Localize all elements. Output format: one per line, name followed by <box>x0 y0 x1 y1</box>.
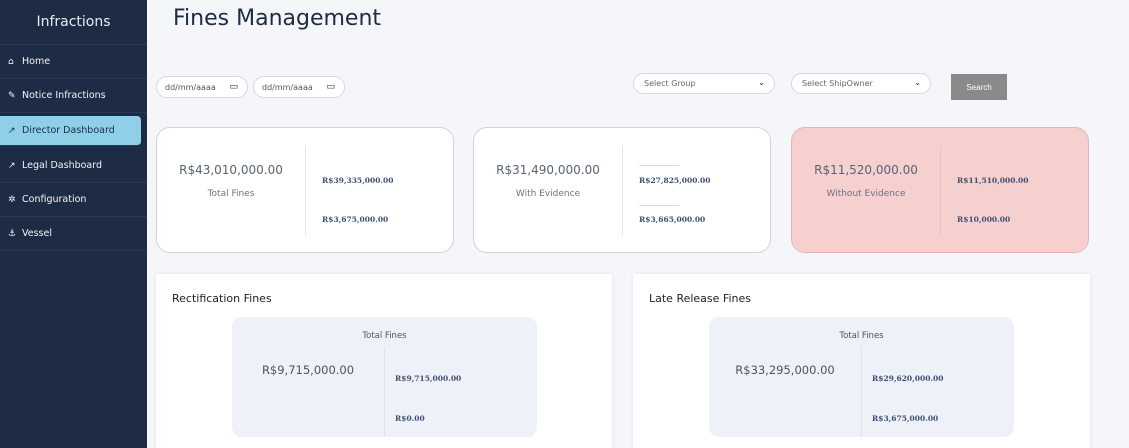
total-fines-label: Total Fines <box>362 331 407 341</box>
brand-title: Infractions <box>0 0 147 45</box>
card-value: R$11,520,000.00 <box>814 163 918 177</box>
calendar-icon[interactable]: ▭ <box>326 82 335 92</box>
card-label: With Evidence <box>515 189 581 199</box>
chevron-down-icon: ⌄ <box>914 78 921 87</box>
with-evidence-card: R$31,490,000.00 With Evidence R$27,825,0… <box>473 127 771 253</box>
card-divider <box>940 146 941 236</box>
total-fines-box: Total Fines R$33,295,000.00 R$29,620,000… <box>709 317 1014 437</box>
group-select[interactable]: Select Group ⌄ <box>633 73 775 94</box>
end-date-placeholder: dd/mm/aaaa <box>262 82 313 92</box>
sidebar-item-label: Notice Infractions <box>22 90 106 101</box>
card-divider <box>622 146 623 236</box>
total-fines-box: Total Fines R$9,715,000.00 R$9,715,000.0… <box>232 317 537 437</box>
vessel-icon: ⚓ <box>8 228 17 239</box>
card-sub-value: R$27,825,000.00 <box>639 176 711 185</box>
card-sub-value: R$10,000.00 <box>957 215 1011 224</box>
start-date-input[interactable]: dd/mm/aaaa ▭ <box>156 76 248 98</box>
sidebar-item-label: Legal Dashboard <box>22 160 103 171</box>
total-fines-value: R$9,715,000.00 <box>261 363 355 377</box>
without-evidence-card: R$11,520,000.00 Without Evidence R$11,51… <box>791 127 1089 253</box>
main-content: Fines Management dd/mm/aaaa ▭ dd/mm/aaaa… <box>147 0 1129 448</box>
sidebar-item-configuration[interactable]: ✲ Configuration <box>0 183 147 217</box>
gear-icon: ✲ <box>8 194 16 205</box>
rectification-fines-panel: Rectification Fines Total Fines R$9,715,… <box>156 274 612 448</box>
card-label: Total Fines <box>207 189 255 199</box>
sidebar-item-label: Home <box>22 56 51 67</box>
notice-icon: ✎ <box>8 90 16 101</box>
late-release-fines-panel: Late Release Fines Total Fines R$33,295,… <box>633 274 1090 448</box>
shipowner-select[interactable]: Select ShipOwner ⌄ <box>791 73 931 94</box>
box-divider <box>384 347 385 437</box>
sidebar-item-home[interactable]: ⌂ Home <box>0 45 147 79</box>
sidebar-item-vessel[interactable]: ⚓ Vessel <box>0 217 147 251</box>
card-value: R$43,010,000.00 <box>179 163 283 177</box>
start-date-placeholder: dd/mm/aaaa <box>165 82 216 92</box>
chevron-down-icon: ⌄ <box>758 78 765 87</box>
card-sub-value: R$3,675,000.00 <box>322 215 389 224</box>
card-sub-value: R$11,510,000.00 <box>957 176 1029 185</box>
total-fines-value: R$33,295,000.00 <box>735 363 835 377</box>
chart-line-icon: ↗ <box>8 160 16 171</box>
card-tick <box>639 205 679 206</box>
card-sub-value: R$3,665,000.00 <box>639 215 706 224</box>
card-tick <box>639 165 679 166</box>
card-label: Without Evidence <box>826 189 906 199</box>
card-sub-value: R$39,335,000.00 <box>322 176 394 185</box>
sub-value: R$29,620,000.00 <box>872 374 944 383</box>
chart-line-icon: ↗ <box>8 125 16 136</box>
sidebar-item-label: Vessel <box>22 228 52 239</box>
sub-value: R$9,715,000.00 <box>395 374 462 383</box>
card-value: R$31,490,000.00 <box>496 163 600 177</box>
group-select-value: Select Group <box>644 79 696 88</box>
page-title: Fines Management <box>173 6 382 31</box>
card-divider <box>305 146 306 236</box>
sidebar-item-label: Configuration <box>22 194 87 205</box>
sidebar-item-notice-infractions[interactable]: ✎ Notice Infractions <box>0 79 147 113</box>
home-icon: ⌂ <box>8 56 14 67</box>
sub-value: R$0.00 <box>395 414 425 423</box>
end-date-input[interactable]: dd/mm/aaaa ▭ <box>253 76 345 98</box>
sidebar: Infractions ⌂ Home ✎ Notice Infractions … <box>0 0 147 448</box>
sidebar-item-director-dashboard[interactable]: ↗ Director Dashboard <box>0 116 141 146</box>
total-fines-card: R$43,010,000.00 Total Fines R$39,335,000… <box>156 127 454 253</box>
shipowner-select-value: Select ShipOwner <box>802 79 873 88</box>
sub-value: R$3,675,000.00 <box>872 414 939 423</box>
panel-title: Late Release Fines <box>649 292 751 305</box>
sidebar-item-label: Director Dashboard <box>22 125 115 136</box>
sidebar-item-legal-dashboard[interactable]: ↗ Legal Dashboard <box>0 149 147 183</box>
box-divider <box>861 347 862 437</box>
panel-title: Rectification Fines <box>172 292 272 305</box>
total-fines-label: Total Fines <box>839 331 884 341</box>
calendar-icon[interactable]: ▭ <box>229 82 238 92</box>
search-button[interactable]: Search <box>951 74 1007 100</box>
